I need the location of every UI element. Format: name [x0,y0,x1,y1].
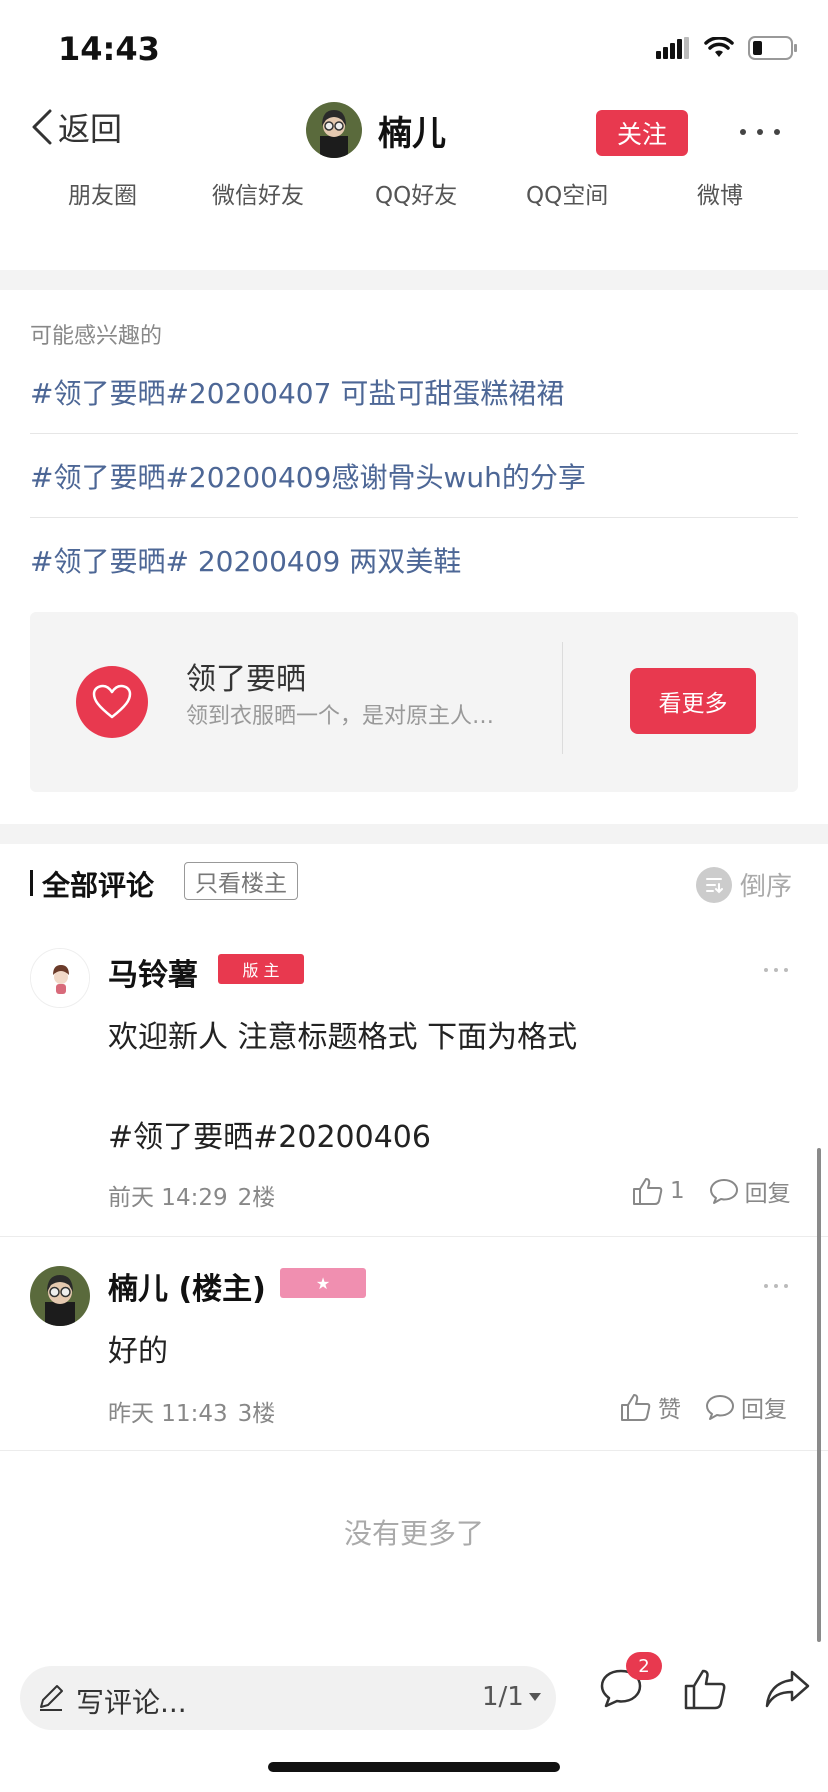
share-qzone[interactable]: QQ空间 [526,176,608,210]
comments-title: 全部评论 [42,869,155,902]
comment-bubble-icon [706,1395,734,1420]
avatar[interactable] [30,948,90,1008]
comment-time: 前天 14:29 [108,1185,228,1211]
bottom-bar: 写评论... 1/1 2 [0,1652,828,1738]
back-label: 返回 [58,110,123,148]
share-wechat-friend[interactable]: 微信好友 [212,176,304,210]
user-header[interactable]: 楠儿 [306,102,446,158]
topic-link[interactable]: #领了要晒# 20200409 两双美鞋 [30,530,798,590]
topic-link[interactable]: #领了要晒#20200407 可盐可甜蛋糕裙裙 [30,362,798,434]
like-button[interactable]: 1 [632,1176,685,1206]
more-options-icon[interactable] [740,114,780,150]
comment-more-icon[interactable] [764,1282,788,1290]
chevron-left-icon [32,109,52,145]
comment-time: 昨天 11:43 [108,1401,228,1427]
comment-placeholder: 写评论... [76,1686,187,1719]
status-bar: 14:43 [0,0,828,96]
thumbs-up-icon [633,1178,663,1205]
section-divider [0,824,828,844]
reply-button[interactable]: 回复 [705,1390,787,1424]
card-title: 领了要晒 [186,662,306,697]
like-label: 赞 [658,1397,681,1423]
topic-link[interactable]: #领了要晒#20200409感谢骨头wuh的分享 [30,446,798,518]
share-moments[interactable]: 朋友圈 [68,176,137,210]
user-name[interactable]: 楠儿 [378,106,446,155]
topic-card[interactable]: 领了要晒 领到衣服晒一个，是对原主人… 看更多 [30,612,798,792]
topic-text[interactable]: #领了要晒# 20200409 两双美鞋 [30,540,461,580]
card-subtitle: 领到衣服晒一个，是对原主人… [186,704,495,729]
share-weibo[interactable]: 微博 [697,176,743,210]
sort-label: 倒序 [740,872,793,902]
interest-title: 可能感兴趣的 [30,324,163,349]
pencil-icon [40,1685,63,1711]
comments-header: 全部评论 只看楼主 倒序 [0,858,828,908]
share-icon[interactable] [764,1666,812,1712]
see-more-button[interactable]: 看更多 [630,668,756,734]
home-indicator [268,1762,560,1772]
follow-button[interactable]: 关注 [596,110,688,156]
status-time: 14:43 [58,30,160,68]
title-marker [30,870,33,896]
sort-order-toggle[interactable]: 倒序 [696,866,792,903]
comment-meta: 前天 14:29 2楼 [108,1178,275,1212]
comment-bubble-icon [709,1179,738,1204]
thumbs-up-icon [621,1394,651,1421]
battery-icon [748,36,797,60]
topic-text[interactable]: #领了要晒#20200409感谢骨头wuh的分享 [30,456,586,496]
comment-text: 好的 [108,1334,168,1369]
only-owner-filter[interactable]: 只看楼主 [184,862,298,900]
back-button[interactable]: 返回 [30,104,122,150]
status-icons [656,36,798,60]
no-more-text: 没有更多了 [343,1517,484,1550]
comment-floor: 2楼 [237,1185,276,1211]
heart-icon [76,666,148,738]
avatar[interactable] [306,102,362,158]
comment-author[interactable]: 马铃薯 [108,950,198,994]
sort-icon [696,866,732,903]
divider [562,642,563,754]
comment-more-icon[interactable] [764,966,788,974]
comment-count-badge: 2 [626,1652,662,1680]
share-qq-friend[interactable]: QQ好友 [375,176,457,210]
page-text: 1/1 [482,1682,524,1712]
comment-meta: 昨天 11:43 3楼 [108,1394,275,1428]
scrollbar[interactable] [817,1148,821,1642]
page-indicator[interactable]: 1/1 [482,1682,542,1712]
write-comment-input[interactable]: 写评论... 1/1 [20,1666,556,1730]
reply-label: 回复 [744,1181,791,1207]
reply-label: 回复 [741,1397,787,1423]
cellular-signal-icon [656,37,689,59]
comment-floor: 3楼 [237,1401,276,1427]
section-divider [0,270,828,290]
moderator-badge: 版 主 [218,954,304,984]
topic-text[interactable]: #领了要晒#20200407 可盐可甜蛋糕裙裙 [30,372,564,412]
comment-author[interactable]: 楠儿 (楼主) [108,1264,266,1308]
nav-bar: 返回 楠儿 关注 [0,96,828,168]
divider [0,1236,828,1237]
comment-actions: 1 回复 [632,1174,791,1208]
divider [0,1450,828,1451]
comment-text: #领了要晒#20200406 [108,1120,431,1155]
share-row: 朋友圈 微信好友 QQ好友 QQ空间 微博 [0,172,828,212]
reply-button[interactable]: 回复 [709,1174,791,1208]
like-button[interactable]: 赞 [620,1390,681,1424]
comment-actions: 赞 回复 [620,1390,787,1424]
caret-down-icon [528,1693,541,1701]
comment-text: 欢迎新人 注意标题格式 下面为格式 [108,1020,578,1055]
like-count: 1 [670,1178,685,1204]
wifi-icon [704,37,734,57]
avatar[interactable] [30,1266,90,1326]
thumbs-up-icon[interactable] [682,1666,728,1712]
owner-badge: ★ [280,1268,366,1298]
